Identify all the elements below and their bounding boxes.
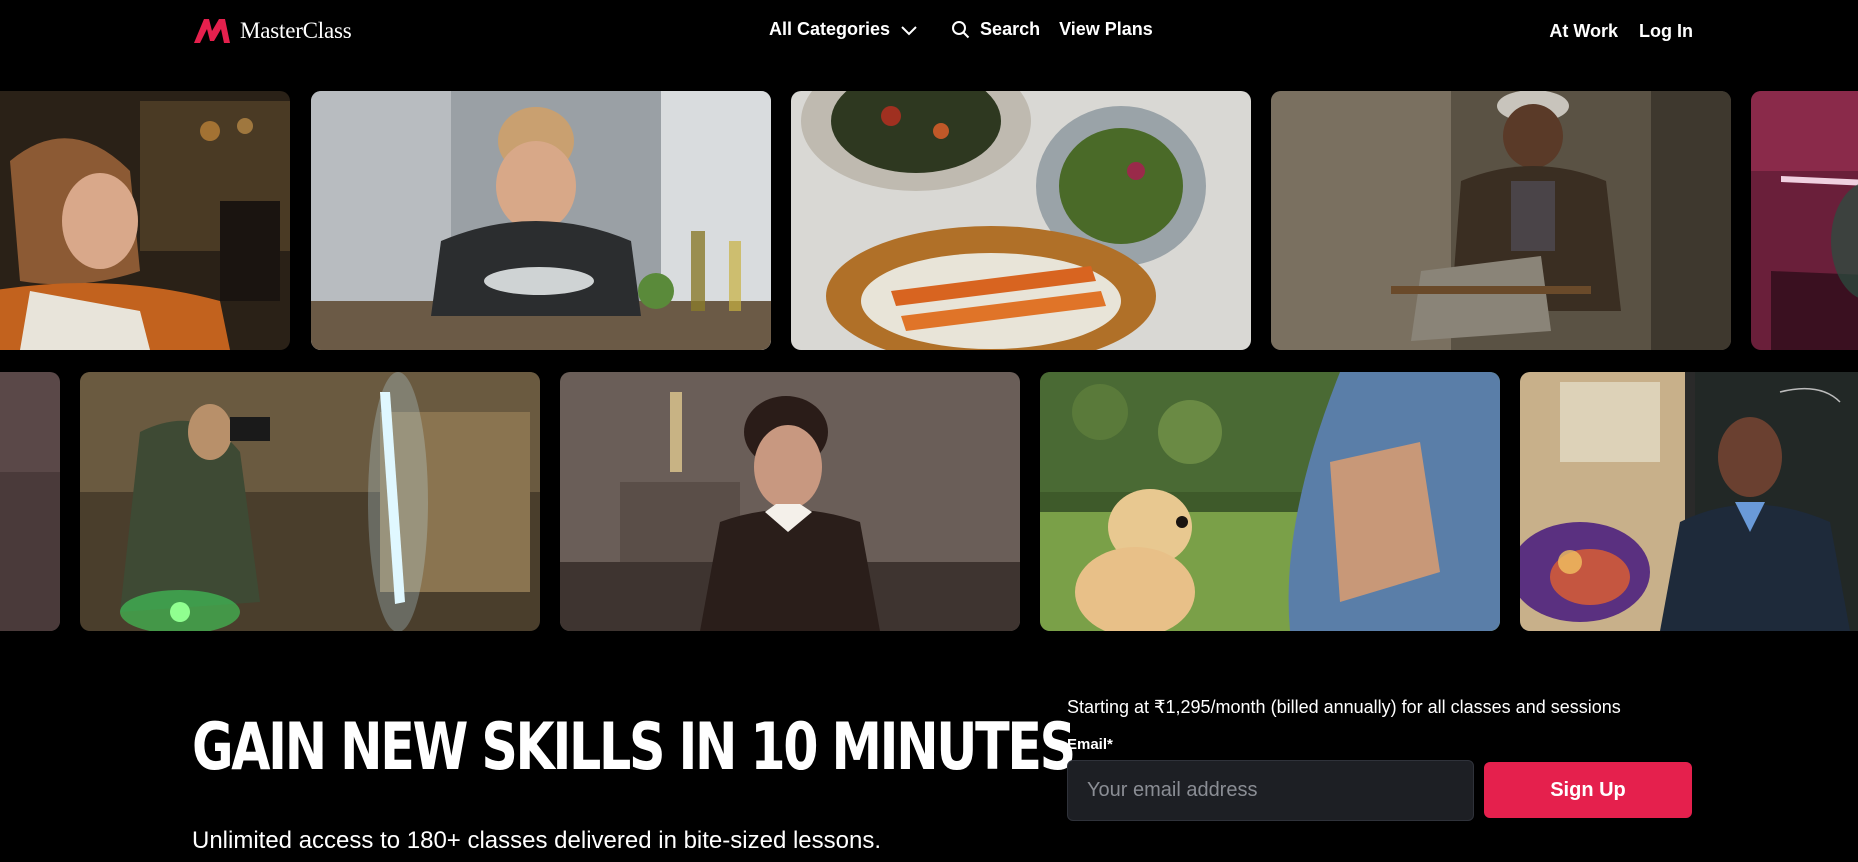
search-button[interactable]: Search [951,19,1040,40]
masterclass-m-icon [194,19,230,43]
class-tile-scientist[interactable] [1520,372,1858,631]
brand-name: MasterClass [240,18,352,43]
sign-up-button[interactable]: Sign Up [1484,762,1692,818]
email-label: Email* [1067,736,1113,753]
class-tile-woman-living-room[interactable] [560,372,1020,631]
class-tile-puppy-training[interactable] [1040,372,1500,631]
chevron-down-icon [901,25,917,35]
class-tile-seated-man[interactable] [1271,91,1731,350]
search-label: Search [980,19,1041,39]
all-categories-label: All Categories [769,19,891,39]
class-tile-dim-scene[interactable] [0,372,60,631]
all-categories-dropdown[interactable]: All Categories [769,19,918,40]
at-work-link[interactable]: At Work [1549,21,1618,42]
class-gallery-row-2 [0,372,1858,631]
masterclass-logo[interactable]: MasterClass [192,17,352,45]
log-in-link[interactable]: Log In [1639,21,1693,42]
class-tile-woman-reading[interactable] [0,91,290,350]
class-tile-chef[interactable] [311,91,771,350]
pricing-text: Starting at ₹1,295/month (billed annuall… [1067,697,1621,717]
email-field[interactable] [1067,760,1474,821]
class-tile-pink-scene[interactable] [1751,91,1858,350]
site-header: MasterClass All Categories Search View P… [0,0,1858,62]
account-nav: At Work Log In [1549,21,1693,42]
hero-headline: GAIN NEW SKILLS IN 10 MINUTES [192,710,1076,785]
search-icon [952,21,970,39]
view-plans-link[interactable]: View Plans [1059,19,1153,40]
class-gallery-row-1 [0,91,1858,350]
class-tile-vegetable-dishes[interactable] [791,91,1251,350]
main-nav: All Categories Search View Plans [769,19,1153,40]
class-tile-photographer[interactable] [80,372,540,631]
hero-subline: Unlimited access to 180+ classes deliver… [192,827,882,854]
